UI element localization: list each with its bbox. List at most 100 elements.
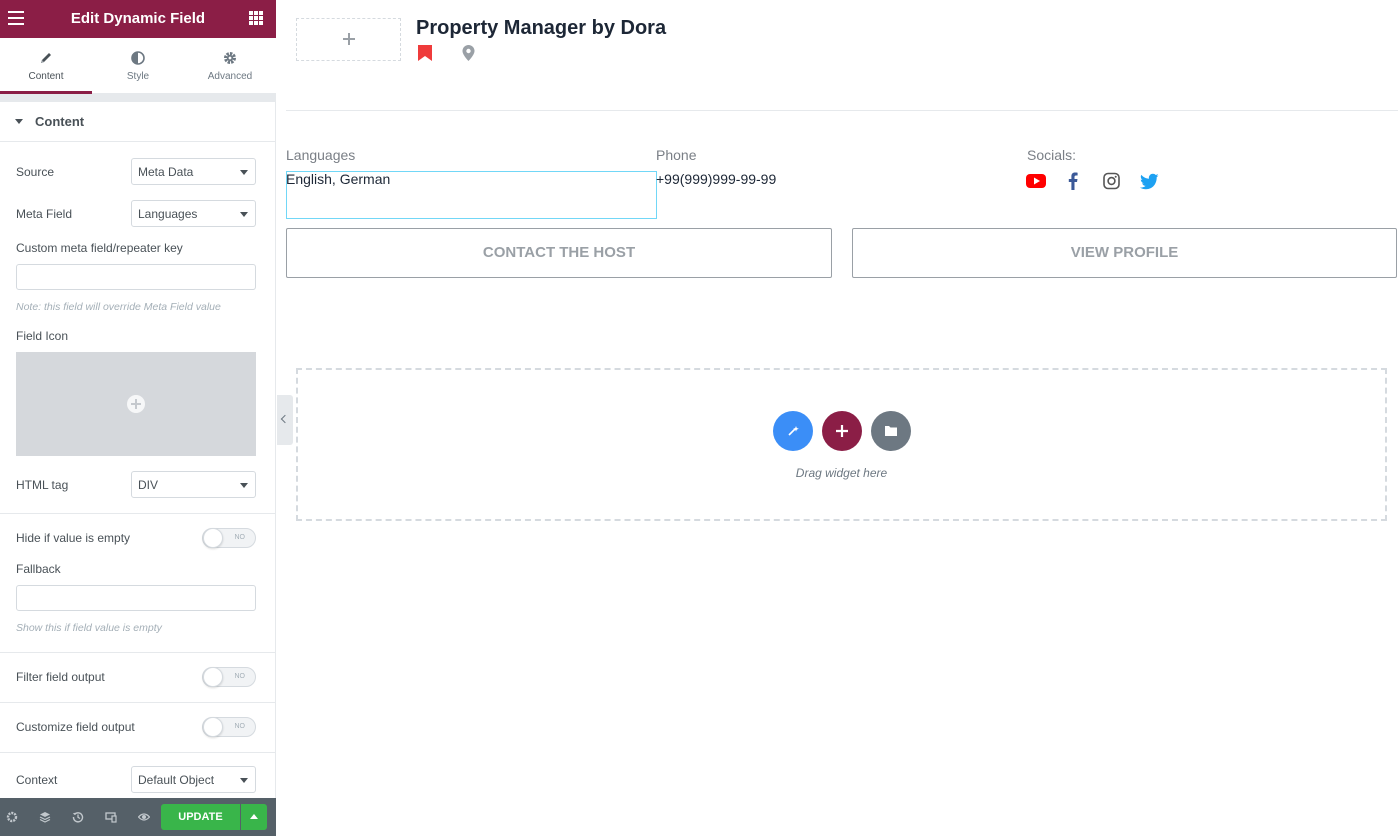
toggle-knob: [203, 717, 223, 737]
custom-key-input[interactable]: [16, 264, 256, 290]
preview-canvas: Property Manager by Dora Languages Engli…: [286, 0, 1398, 836]
field-icon-picker[interactable]: [16, 352, 256, 456]
twitter-icon[interactable]: [1140, 172, 1159, 190]
meta-field-control: Meta Field Languages: [16, 200, 256, 227]
history-icon[interactable]: [72, 811, 84, 823]
location-pin-icon[interactable]: [462, 45, 475, 61]
widgets-grid-icon[interactable]: [249, 11, 263, 25]
bookmark-icon[interactable]: [417, 45, 433, 61]
update-button[interactable]: UPDATE: [161, 804, 240, 830]
divider: [0, 652, 276, 653]
customize-output-label: Customize field output: [16, 720, 135, 734]
chevron-down-icon: [240, 212, 248, 217]
section-title: Content: [35, 114, 85, 129]
fallback-label: Fallback: [16, 562, 61, 576]
toggle-state: NO: [234, 673, 246, 680]
hide-empty-label: Hide if value is empty: [16, 531, 131, 545]
filter-output-label: Filter field output: [16, 670, 105, 684]
hide-empty-control: Hide if value is empty NO: [16, 528, 256, 548]
add-section-button[interactable]: [822, 411, 862, 451]
sidebar-header: Edit Dynamic Field: [0, 0, 276, 38]
plus-circle-icon: [127, 395, 145, 413]
fallback-note: Show this if field value is empty: [16, 622, 162, 634]
plus-icon: [343, 33, 355, 45]
divider: [0, 513, 276, 514]
source-value: Meta Data: [138, 165, 194, 179]
folder-icon: [885, 426, 897, 436]
languages-value: English, German: [286, 171, 391, 187]
custom-key-label: Custom meta field/repeater key: [16, 241, 183, 255]
pencil-icon: [41, 53, 51, 63]
html-tag-control: HTML tag DIV: [16, 471, 256, 498]
toggle-state: NO: [234, 723, 246, 730]
youtube-icon[interactable]: [1026, 172, 1046, 190]
tab-content[interactable]: Content: [0, 38, 92, 94]
half-circle-icon: [131, 51, 145, 65]
meta-field-select[interactable]: Languages: [131, 200, 256, 227]
customize-output-toggle[interactable]: NO: [202, 717, 256, 737]
caret-down-icon: [15, 119, 23, 124]
socials-label: Socials:: [1027, 147, 1077, 163]
html-tag-value: DIV: [138, 478, 159, 492]
phone-label: Phone: [656, 147, 697, 163]
instagram-icon[interactable]: [1103, 172, 1120, 190]
languages-label: Languages: [286, 147, 356, 163]
fallback-input[interactable]: [16, 585, 256, 611]
ai-magic-button[interactable]: [773, 411, 813, 451]
widget-drop-zone[interactable]: Drag widget here: [296, 368, 1387, 521]
template-library-button[interactable]: [871, 411, 911, 451]
meta-field-label: Meta Field: [16, 206, 73, 221]
hide-empty-toggle[interactable]: NO: [202, 528, 256, 548]
toggle-state: NO: [234, 534, 246, 541]
sidebar-footer: UPDATE: [0, 798, 276, 836]
plus-icon: [836, 425, 848, 437]
context-control: Context Default Object: [16, 766, 256, 793]
source-control: Source Meta Data: [16, 158, 256, 185]
context-select[interactable]: Default Object: [131, 766, 256, 793]
content-section: Content Source Meta Data Meta Field Lang…: [0, 102, 276, 798]
divider: [0, 752, 276, 753]
custom-key-note: Note: this field will override Meta Fiel…: [16, 301, 221, 313]
tab-advanced[interactable]: Advanced: [184, 38, 276, 93]
context-value: Default Object: [138, 773, 215, 787]
panel-title: Edit Dynamic Field: [70, 10, 206, 27]
section-toggle[interactable]: Content: [0, 102, 276, 142]
field-icon-label: Field Icon: [16, 329, 69, 343]
update-options-button[interactable]: [241, 804, 267, 830]
tab-content-label: Content: [28, 71, 64, 82]
panel-tabs: Content Style Advanced: [0, 38, 276, 94]
source-label: Source: [16, 164, 55, 179]
source-select[interactable]: Meta Data: [131, 158, 256, 185]
facebook-icon[interactable]: [1068, 172, 1078, 190]
chevron-down-icon: [240, 778, 248, 783]
contact-host-button[interactable]: CONTACT THE HOST: [286, 228, 832, 278]
divider: [0, 702, 276, 703]
divider: [286, 110, 1398, 111]
context-label: Context: [16, 772, 58, 787]
phone-value: +99(999)999-99-99: [656, 171, 777, 187]
filter-output-control: Filter field output NO: [16, 667, 256, 687]
toggle-knob: [203, 528, 223, 548]
editor-sidebar: Edit Dynamic Field Content Style Advance…: [0, 0, 276, 836]
customize-output-control: Customize field output NO: [16, 717, 256, 737]
chevron-down-icon: [240, 483, 248, 488]
tab-style-label: Style: [126, 71, 150, 82]
chevron-down-icon: [240, 170, 248, 175]
gear-icon: [224, 52, 236, 64]
html-tag-label: HTML tag: [16, 477, 69, 492]
tab-advanced-label: Advanced: [207, 71, 253, 82]
responsive-icon[interactable]: [105, 811, 117, 823]
toggle-knob: [203, 667, 223, 687]
panel-gap: [0, 94, 276, 102]
image-placeholder[interactable]: [296, 18, 401, 61]
view-profile-button[interactable]: VIEW PROFILE: [852, 228, 1397, 278]
layers-icon[interactable]: [39, 811, 51, 823]
settings-icon[interactable]: [6, 811, 18, 823]
filter-output-toggle[interactable]: NO: [202, 667, 256, 687]
drop-zone-text: Drag widget here: [795, 466, 888, 480]
html-tag-select[interactable]: DIV: [131, 471, 256, 498]
tab-style[interactable]: Style: [92, 38, 184, 93]
magic-wand-icon: [788, 426, 799, 436]
preview-eye-icon[interactable]: [138, 811, 150, 823]
meta-field-value: Languages: [138, 207, 198, 221]
